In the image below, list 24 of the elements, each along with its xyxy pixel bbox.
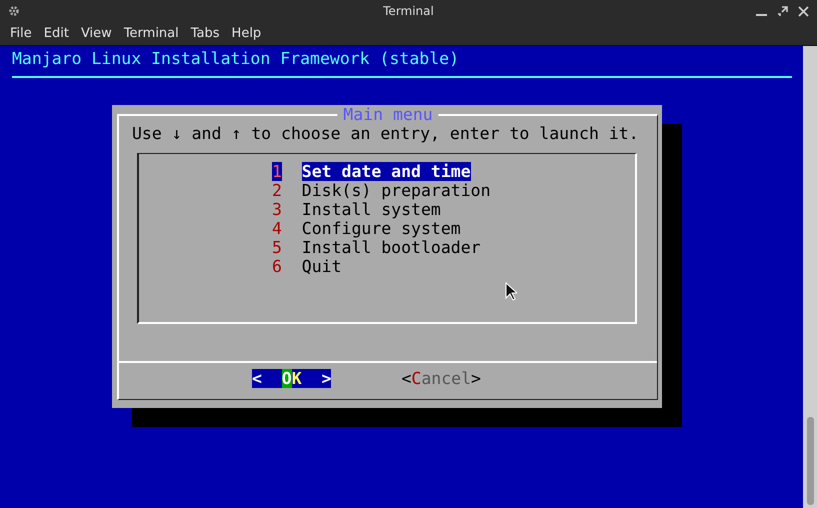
menu-entry[interactable]: Configure system	[302, 219, 461, 238]
close-icon[interactable]	[798, 6, 809, 16]
menu-entry[interactable]: Install bootloader	[302, 238, 481, 257]
mouse-pointer-icon	[505, 282, 517, 301]
menu-entry[interactable]: Disk(s) preparation	[302, 181, 491, 200]
menu-entry[interactable]: Install system	[302, 200, 441, 219]
menu-entry[interactable]: Quit	[302, 257, 342, 276]
menu-item[interactable]: Terminal	[118, 26, 185, 41]
scrollbar-thumb[interactable]	[807, 417, 814, 505]
menu-entry-tag[interactable]: 1	[272, 162, 282, 181]
menu-item[interactable]: Help	[226, 26, 268, 41]
menu-entry[interactable]: Set date and time	[302, 162, 471, 181]
menu-item[interactable]: Edit	[38, 26, 75, 41]
window-title: Terminal	[383, 4, 434, 18]
scrollbar[interactable]	[803, 46, 817, 508]
settings-icon[interactable]	[8, 5, 20, 17]
dialog-button[interactable]: <Cancel>	[401, 369, 481, 388]
menu-item[interactable]: View	[74, 26, 118, 41]
dialog-prompt: Use ↓ and ↑ to choose an entry, enter to launch it.	[132, 124, 639, 143]
menu-item[interactable]: Tabs	[184, 26, 226, 41]
backtitle: Manjaro Linux Installation Framework (stable)	[11, 49, 460, 68]
maximize-icon[interactable]	[777, 6, 788, 16]
menu-item[interactable]: File	[4, 26, 38, 41]
dialog-button[interactable]: < OK >	[252, 369, 332, 388]
